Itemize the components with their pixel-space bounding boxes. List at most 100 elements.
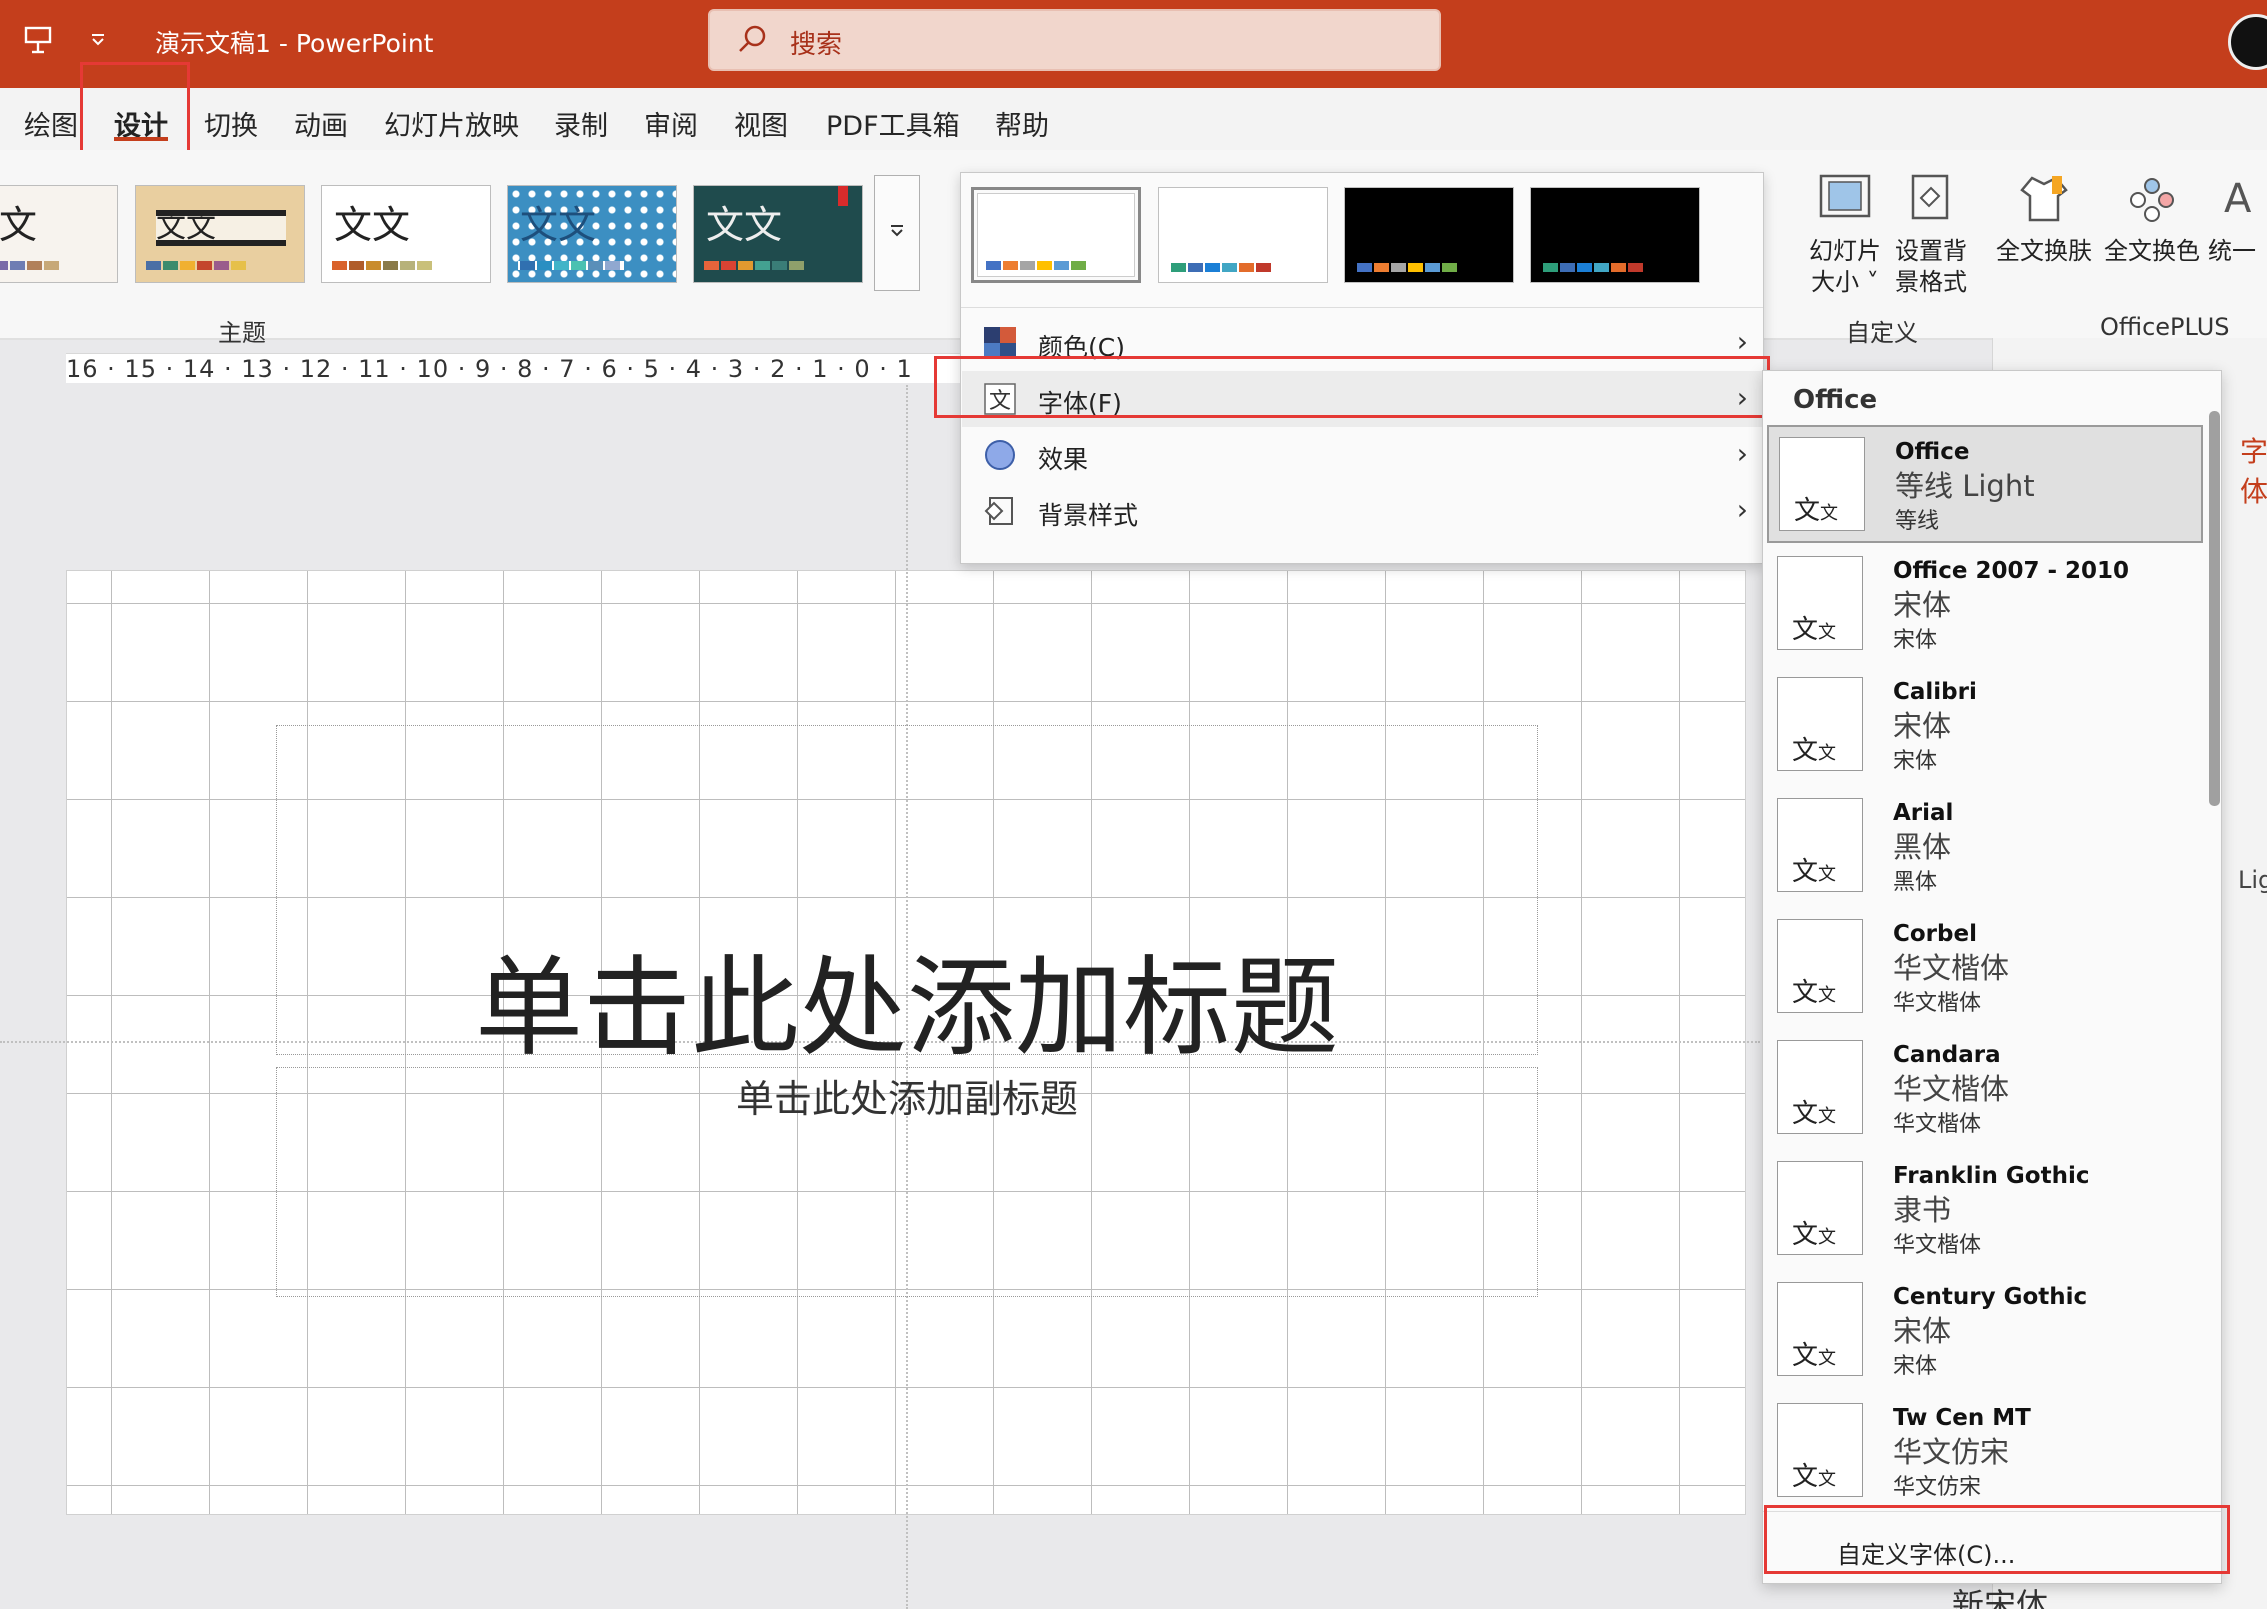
menu-item-label: 背景样式 <box>1038 501 1139 530</box>
theme-thumbnail-4[interactable]: 文文 <box>507 185 677 283</box>
chevron-right-icon: › <box>1736 493 1748 526</box>
theme-thumbnail-2[interactable]: 文文 <box>135 185 305 283</box>
full-text-skin-button[interactable]: 全文换肤 <box>1994 168 2094 267</box>
font-preview-thumbnail: 文文 <box>1777 1161 1863 1255</box>
tab-record[interactable]: 录制 <box>554 104 608 143</box>
color-swatch <box>1071 261 1086 270</box>
theme-thumbnail-5[interactable]: 文文 <box>693 185 863 283</box>
theme-thumbnail-1[interactable]: 文文 <box>0 185 118 283</box>
variant-thumbnail-1[interactable] <box>971 187 1141 283</box>
font-scheme-option[interactable]: 文文 Candara 华文楷体 华文楷体 <box>1767 1030 2203 1148</box>
variant-swatches <box>1171 263 1273 272</box>
font-scheme-option[interactable]: 文文 Office 2007 - 2010 宋体 宋体 <box>1767 546 2203 664</box>
full-text-color-label: 全文换色 <box>2104 237 2200 265</box>
body-font-name: 华文楷体 <box>1893 1112 1982 1137</box>
color-swatch <box>400 261 415 270</box>
font-scheme-name: Franklin Gothic <box>1893 1163 2090 1189</box>
font-preview-thumbnail: 文文 <box>1777 677 1863 771</box>
menu-item-label: 效果 <box>1038 445 1089 474</box>
avatar[interactable] <box>2228 14 2267 70</box>
variant-thumbnail-3[interactable] <box>1344 187 1514 283</box>
heading-font-name: 等线 Light <box>1895 469 2035 503</box>
subtitle-placeholder[interactable]: 单击此处添加副标题 <box>276 1067 1538 1297</box>
font-preview-thumbnail: 文文 <box>1777 919 1863 1013</box>
tab-animations[interactable]: 动画 <box>294 104 348 143</box>
color-swatch <box>1037 261 1052 270</box>
color-swatch <box>366 261 381 270</box>
color-swatch <box>197 261 212 270</box>
variant-swatches <box>1357 263 1459 272</box>
font-scheme-option[interactable]: 文文 Arial 黑体 黑体 <box>1767 788 2203 906</box>
title-placeholder-text: 单击此处添加标题 <box>474 946 1339 1071</box>
menu-item-effects[interactable]: 效果 › <box>962 427 1764 483</box>
font-preview-text: 文文 <box>1792 1099 1837 1129</box>
subtitle-placeholder-text: 单击此处添加副标题 <box>735 1077 1078 1121</box>
tab-review[interactable]: 审阅 <box>644 104 698 143</box>
tab-view[interactable]: 视图 <box>734 104 788 143</box>
body-font-name: 黑体 <box>1893 870 1938 895</box>
font-scheme-option[interactable]: 文文 Tw Cen MT 华文仿宋 华文仿宋 <box>1767 1393 2203 1511</box>
tab-draw[interactable]: 绘图 <box>24 104 78 143</box>
font-preview-text: 文文 <box>1792 736 1837 766</box>
color-swatch <box>1171 263 1186 272</box>
quick-access-dropdown-icon[interactable] <box>78 20 118 60</box>
unify-font-icon: A <box>2224 176 2252 222</box>
heading-font-name: 黑体 <box>1893 830 1952 864</box>
theme-gallery-more-button[interactable] <box>874 175 920 291</box>
background-format-button[interactable]: 设置背 景格式 <box>1886 168 1976 298</box>
font-scheme-option[interactable]: 文文 Calibri 宋体 宋体 <box>1767 667 2203 785</box>
color-swatch <box>44 261 59 270</box>
tab-pdf-toolbox[interactable]: PDF工具箱 <box>826 104 960 143</box>
horizontal-ruler: 16 · 15 · 14 · 13 · 12 · 11 · 10 · 9 · 8… <box>66 353 966 383</box>
tab-transitions[interactable]: 切换 <box>204 104 258 143</box>
color-swatch <box>721 261 736 270</box>
variant-thumbnail-2[interactable] <box>1158 187 1328 283</box>
tab-slideshow[interactable]: 幻灯片放映 <box>384 104 519 143</box>
color-swatch <box>349 261 364 270</box>
theme-thumbnail-3[interactable]: 文文 <box>321 185 491 283</box>
font-preview-text: 文文 <box>1792 615 1837 645</box>
font-scheme-option[interactable]: 文文 Office 等线 Light 等线 <box>1767 425 2203 543</box>
scrollbar-thumb[interactable] <box>2209 411 2220 806</box>
font-scheme-option[interactable]: 文文 Franklin Gothic 隶书 华文楷体 <box>1767 1151 2203 1269</box>
color-swatch <box>1543 263 1558 272</box>
color-swatch <box>1020 261 1035 270</box>
color-swatch <box>755 261 770 270</box>
ribbon-group-officeplus: 全文换肤 全文换色 A 统一 OfficePLUS <box>1990 150 2267 341</box>
tab-help[interactable]: 帮助 <box>995 104 1049 143</box>
title-placeholder[interactable]: 单击此处添加标题 <box>276 725 1538 1071</box>
font-scheme-name: Office <box>1895 439 1970 465</box>
unify-font-button[interactable]: A 统一 <box>2208 168 2267 267</box>
color-swatch <box>1442 263 1457 272</box>
font-scheme-name: Corbel <box>1893 921 1977 947</box>
font-preview-thumbnail: 文文 <box>1777 1040 1863 1134</box>
theme-sample-text: 文文 <box>520 203 597 247</box>
color-swatch <box>1222 263 1237 272</box>
color-swatch <box>1594 263 1609 272</box>
group-label-themes: 主题 <box>218 319 266 347</box>
full-text-color-button[interactable]: 全文换色 <box>2102 168 2202 267</box>
ruler-marks: 16 · 15 · 14 · 13 · 12 · 11 · 10 · 9 · 8… <box>66 355 913 383</box>
color-swatch <box>1374 263 1389 272</box>
font-preview-text: 文文 <box>1792 1220 1837 1250</box>
menu-item-background-styles[interactable]: 背景样式 › <box>962 483 1764 539</box>
ribbon-tab-bar: 绘图 设计 切换 动画 幻灯片放映 录制 审阅 视图 PDF工具箱 帮助 <box>0 88 2267 150</box>
group-label-officeplus: OfficePLUS <box>2100 313 2230 341</box>
font-preview-thumbnail: 文文 <box>1777 798 1863 892</box>
heading-font-name: 华文楷体 <box>1893 1072 2010 1106</box>
body-font-name: 宋体 <box>1893 749 1938 774</box>
chevron-right-icon: › <box>1736 437 1748 470</box>
heading-font-name: 宋体 <box>1893 1314 1952 1348</box>
color-swatch <box>1611 263 1626 272</box>
search-box[interactable]: 搜索 <box>708 9 1441 71</box>
color-palette-icon <box>984 327 1016 359</box>
font-preview-text: 文文 <box>1792 1462 1837 1492</box>
font-scheme-option[interactable]: 文文 Century Gothic 宋体 宋体 <box>1767 1272 2203 1390</box>
divider <box>961 307 1763 308</box>
color-swatch <box>789 261 804 270</box>
slide-size-button[interactable]: 幻灯片 大小 ˅ <box>1800 168 1890 298</box>
variant-thumbnail-4[interactable] <box>1530 187 1700 283</box>
color-swatch <box>1256 263 1271 272</box>
font-scheme-option[interactable]: 文文 Corbel 华文楷体 华文楷体 <box>1767 909 2203 1027</box>
powerpoint-icon[interactable] <box>18 20 58 60</box>
